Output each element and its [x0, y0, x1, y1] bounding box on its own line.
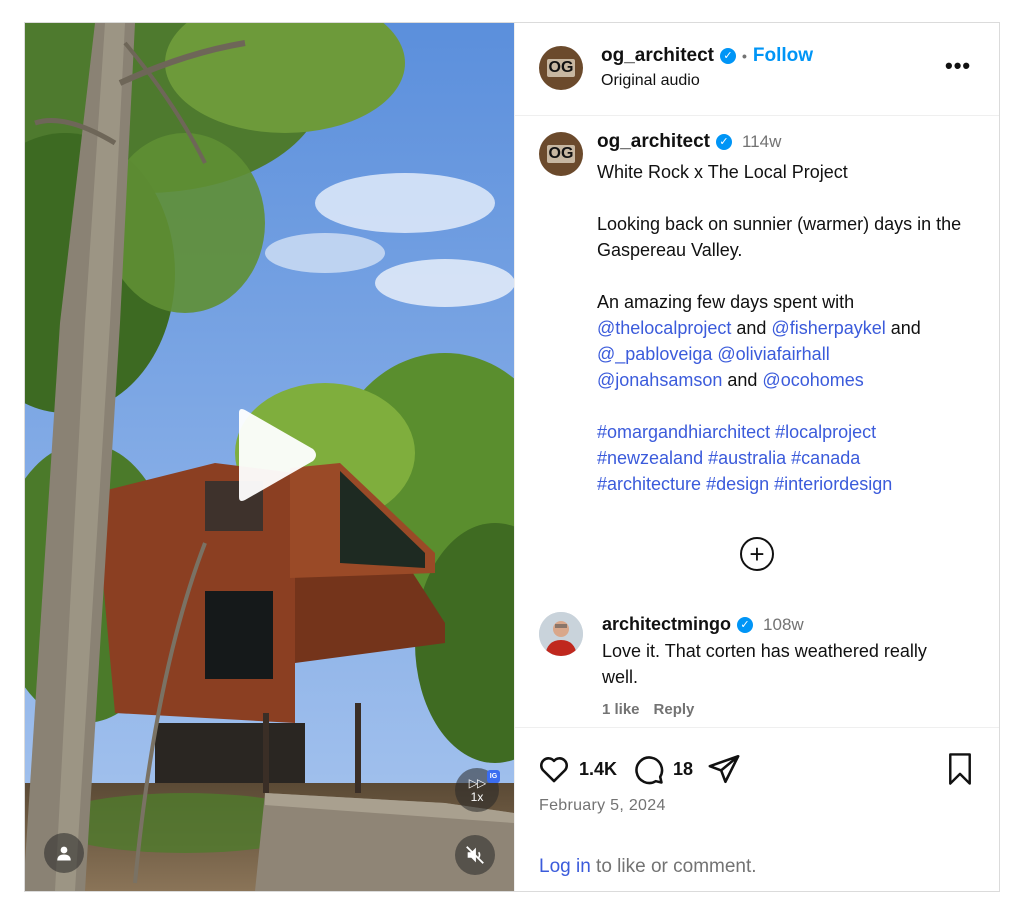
post-card: ▷▷ 1x IG OG og_architect ✓ • Follow Orig…	[24, 22, 1000, 892]
more-icon[interactable]: •••	[945, 53, 971, 79]
reply-button[interactable]: Reply	[654, 701, 695, 718]
comment-icon[interactable]	[631, 752, 665, 786]
avatar-text: OG	[546, 59, 576, 77]
play-icon	[239, 409, 316, 501]
caption-header: og_architect ✓ 114w	[597, 131, 781, 153]
hashtag-link[interactable]: #interiordesign	[774, 474, 892, 494]
mute-icon	[466, 846, 484, 864]
ig-badge-icon: IG	[487, 770, 500, 783]
comments-count[interactable]: 18	[673, 759, 693, 780]
likes-count[interactable]: 1.4K	[579, 759, 617, 780]
login-prompt-text: to like or comment.	[590, 856, 757, 877]
mention-link[interactable]: @oliviafairhall	[717, 344, 829, 364]
hashtag-link[interactable]: #localproject	[775, 422, 876, 442]
avatar-photo	[539, 612, 583, 656]
commenter-avatar[interactable]	[539, 612, 583, 656]
comment-timestamp[interactable]: 108w	[763, 615, 804, 635]
caption-line: An amazing few days spent with	[597, 292, 855, 312]
conjunction: and	[736, 318, 767, 338]
video-player[interactable]: ▷▷ 1x IG	[25, 23, 514, 891]
play-button[interactable]	[229, 407, 319, 503]
bookmark-icon[interactable]	[945, 752, 975, 786]
hashtag-link[interactable]: #architecture	[597, 474, 701, 494]
dot-separator: •	[741, 48, 747, 64]
post-header: OG og_architect ✓ • Follow Original audi…	[515, 23, 999, 116]
hashtag-link[interactable]: #australia	[708, 448, 786, 468]
load-more-comments-button[interactable]: +	[740, 537, 774, 571]
author-avatar[interactable]: OG	[539, 46, 583, 90]
user-tag-icon	[57, 846, 71, 861]
header-user-row: og_architect ✓ • Follow	[601, 45, 813, 67]
caption-hashtags: #omargandhiarchitect #localproject #newz…	[597, 419, 987, 497]
caption-line: Looking back on sunnier (warmer) days in…	[597, 214, 962, 260]
audio-label[interactable]: Original audio	[601, 72, 700, 90]
verified-icon: ✓	[737, 616, 754, 633]
mention-link[interactable]: @_pabloveiga	[597, 344, 712, 364]
mention-link[interactable]: @thelocalproject	[597, 318, 731, 338]
plus-circle-icon: +	[749, 539, 765, 569]
mention-link[interactable]: @ocohomes	[762, 370, 863, 390]
follow-button[interactable]: Follow	[753, 45, 813, 67]
mention-link[interactable]: @fisherpaykel	[771, 318, 885, 338]
verified-icon: ✓	[719, 48, 736, 64]
heart-icon[interactable]	[537, 752, 571, 786]
hashtag-link[interactable]: #omargandhiarchitect	[597, 422, 770, 442]
playback-speed-label: 1x	[470, 789, 484, 804]
conjunction: and	[890, 318, 921, 338]
mute-button[interactable]	[455, 835, 495, 875]
conjunction: and	[727, 370, 758, 390]
share-icon[interactable]	[707, 752, 741, 786]
comment-text: Love it. That corten has weathered reall…	[602, 641, 927, 687]
login-link[interactable]: Log in	[539, 856, 591, 877]
hashtag-link[interactable]: #canada	[791, 448, 860, 468]
author-username[interactable]: og_architect	[601, 45, 714, 67]
caption-text: White Rock x The Local Project Looking b…	[597, 159, 987, 523]
commenter-username[interactable]: architectmingo	[602, 614, 731, 635]
login-prompt: Log in to like or comment.	[539, 856, 757, 878]
fast-forward-icon: ▷▷	[468, 775, 486, 790]
post-date[interactable]: February 5, 2024	[539, 797, 666, 815]
caption-line: White Rock x The Local Project	[597, 162, 848, 182]
caption-mentions-paragraph: An amazing few days spent with @thelocal…	[597, 289, 987, 393]
caption-author-username[interactable]: og_architect	[597, 131, 710, 153]
mention-link[interactable]: @jonahsamson	[597, 370, 722, 390]
comments-scroll-area[interactable]: OG og_architect ✓ 114w White Rock x The …	[515, 117, 999, 727]
tagged-users-button[interactable]	[44, 833, 84, 873]
post-details-panel: OG og_architect ✓ • Follow Original audi…	[514, 23, 999, 891]
post-actions-bar: 1.4K 18 February 5, 2024 Log in to like …	[515, 727, 999, 891]
caption-author-avatar[interactable]: OG	[539, 132, 583, 176]
action-icons-row: 1.4K 18	[537, 752, 741, 786]
comment-item: architectmingo ✓ 108w Love it. That cort…	[515, 612, 999, 727]
hashtag-link[interactable]: #newzealand	[597, 448, 703, 468]
avatar-text: OG	[546, 145, 576, 163]
comment-actions: 1 like Reply	[602, 701, 694, 718]
verified-icon: ✓	[715, 134, 732, 150]
comment-header: architectmingo ✓ 108w	[602, 614, 804, 635]
caption-timestamp[interactable]: 114w	[742, 132, 781, 152]
hashtag-link[interactable]: #design	[706, 474, 769, 494]
comment-likes-count[interactable]: 1 like	[602, 701, 640, 718]
